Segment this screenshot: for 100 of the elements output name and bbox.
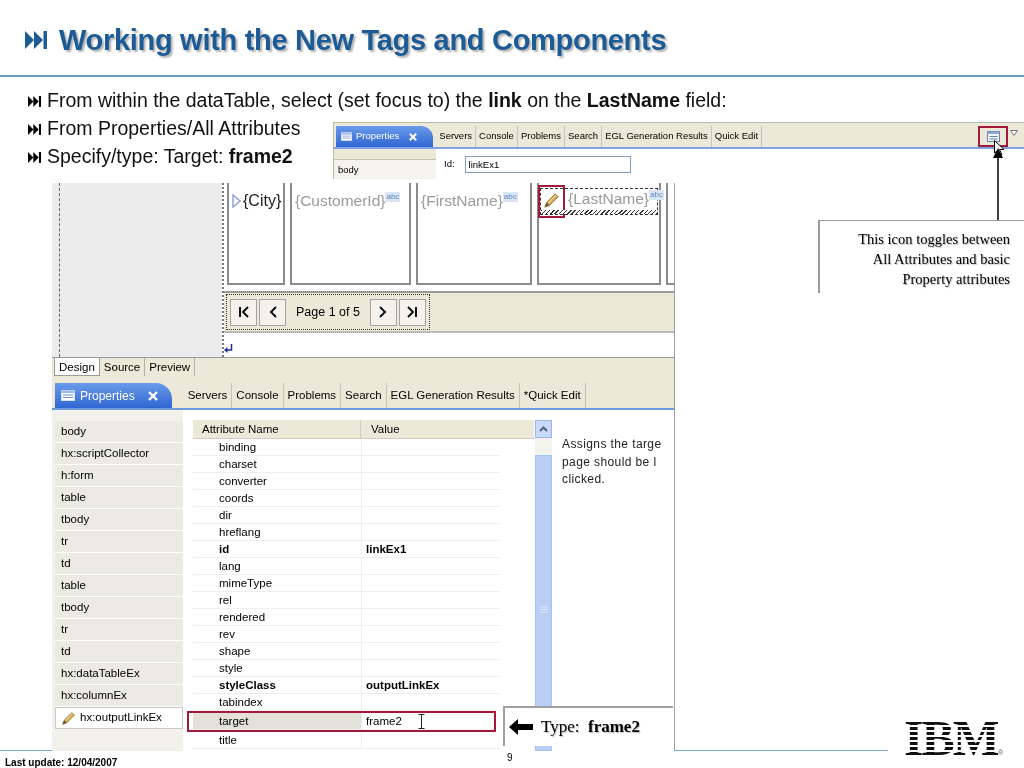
return-icon <box>224 344 233 353</box>
tree-item[interactable]: table <box>55 575 183 597</box>
attribute-name: mimeType <box>218 576 274 591</box>
table-row[interactable]: hreflang <box>193 524 500 541</box>
table-row[interactable]: coords <box>193 490 500 507</box>
last-page-icon <box>406 306 419 318</box>
tree-item[interactable]: body <box>334 159 436 179</box>
table-row[interactable]: shape <box>193 643 500 660</box>
attribute-name: binding <box>218 440 258 455</box>
tab[interactable]: Problems <box>283 383 342 408</box>
next-page-button[interactable] <box>369 298 397 326</box>
callout-text: Type: frame2 <box>541 716 640 739</box>
attribute-name: dir <box>218 508 233 523</box>
tab[interactable]: Design <box>54 358 100 376</box>
input-field[interactable]: linkEx1 <box>464 155 631 173</box>
attribute-name: rendered <box>218 610 267 625</box>
type-badge: abc <box>649 190 664 200</box>
callout-text: This icon toggles between All Attributes and basic Property attributes <box>857 230 1010 289</box>
tab[interactable]: Console <box>476 126 518 147</box>
table-row[interactable]: lang <box>193 558 500 575</box>
arrow-left-icon <box>509 719 533 735</box>
tab[interactable]: Quick Edit <box>711 126 763 147</box>
tree-item[interactable]: hx:columnEx <box>55 685 183 707</box>
table-icon <box>61 390 75 401</box>
table-row[interactable]: converter <box>193 473 500 490</box>
field-label: {City} <box>243 191 282 211</box>
table-row[interactable]: styleClass outputLinkEx <box>193 677 500 694</box>
table-row[interactable]: style <box>193 660 500 677</box>
table-row[interactable]: dir <box>193 507 500 524</box>
tab[interactable]: Search <box>565 126 603 147</box>
tab[interactable]: Properties <box>336 126 434 147</box>
attribute-name: hreflang <box>218 525 262 540</box>
text-cursor-icon <box>417 713 425 729</box>
pencil-icon <box>543 192 560 209</box>
close-icon[interactable] <box>409 132 418 141</box>
type-badge: abc <box>502 192 518 202</box>
tab[interactable]: Servers <box>183 383 233 408</box>
attribute-name: title <box>218 733 238 748</box>
tree-item[interactable]: tr <box>55 619 183 641</box>
tab[interactable]: Source <box>99 358 146 376</box>
toggle-view-icon[interactable] <box>986 131 1000 142</box>
table-row[interactable]: rendered <box>193 609 500 626</box>
triangle-icon <box>232 194 241 208</box>
scroll-up-button[interactable] <box>535 420 552 438</box>
last-page-button[interactable] <box>398 298 426 326</box>
tab[interactable]: Preview <box>145 358 196 376</box>
skip-forward-icon <box>25 31 47 49</box>
tab[interactable]: Console <box>232 383 284 408</box>
skip-forward-icon <box>28 123 41 135</box>
tab[interactable]: Servers <box>436 126 477 147</box>
tree-item[interactable]: td <box>55 641 183 663</box>
bullet-text: Specify/type: Target: frame2 <box>47 147 293 167</box>
tab[interactable]: EGL Generation Results <box>386 383 520 408</box>
tree-item[interactable]: body <box>55 421 183 443</box>
tree-item[interactable]: table <box>55 487 183 509</box>
description-text: Assigns the targe page should be l clicked. <box>562 436 663 488</box>
tree-item[interactable]: td <box>55 553 183 575</box>
tab[interactable]: *Quick Edit <box>519 383 586 408</box>
footer-text: Last update: 12/04/2007 <box>5 757 118 768</box>
table-row[interactable]: target frame2 <box>193 713 494 730</box>
skip-forward-icon <box>28 151 41 163</box>
attribute-name: charset <box>218 457 258 472</box>
table-row[interactable]: id linkEx1 <box>193 541 500 558</box>
tree-item[interactable]: h:form <box>55 465 183 487</box>
field-label: {LastName} <box>568 189 649 209</box>
tab[interactable]: EGL Generation Results <box>602 126 712 147</box>
column-header[interactable]: Attribute Name <box>193 420 361 438</box>
tree-item[interactable]: hx:dataTableEx <box>55 663 183 685</box>
close-icon[interactable] <box>147 390 158 401</box>
attribute-name: tabindex <box>218 695 264 710</box>
table-row[interactable]: tabindex <box>193 694 500 711</box>
attribute-name: shape <box>218 644 252 659</box>
first-page-icon <box>237 306 250 318</box>
table-cell[interactable]: {City} <box>227 183 285 285</box>
tab[interactable]: Search <box>341 383 387 408</box>
table-row[interactable]: rev <box>193 626 500 643</box>
tree-item[interactable]: tbody <box>55 509 183 531</box>
tree-item[interactable]: hx:outputLinkEx <box>55 707 183 729</box>
table-row[interactable]: rel <box>193 592 500 609</box>
first-page-button[interactable] <box>230 298 257 326</box>
previous-page-button[interactable] <box>259 298 286 326</box>
tab[interactable]: Problems <box>517 126 566 147</box>
attribute-name: converter <box>218 474 268 489</box>
tab[interactable]: Properties <box>55 383 172 408</box>
table-row[interactable]: mimeType <box>193 575 500 592</box>
attribute-value: linkEx1 <box>366 541 407 557</box>
dropdown-icon[interactable] <box>1010 130 1018 136</box>
table-row[interactable]: charset <box>193 456 500 473</box>
tree-item[interactable]: tbody <box>55 597 183 619</box>
attribute-name: rel <box>218 593 233 608</box>
tree-item[interactable]: tr <box>55 531 183 553</box>
pencil-icon <box>61 710 76 726</box>
tree-item[interactable]: hx:scriptCollector <box>55 443 183 465</box>
attribute-name: lang <box>218 559 242 574</box>
column-header[interactable]: Value <box>361 420 400 438</box>
table-row[interactable]: title <box>193 732 500 749</box>
attribute-name: rev <box>218 627 236 642</box>
attribute-name: id <box>218 542 231 557</box>
table-row[interactable]: binding <box>193 439 500 456</box>
tree-item-label: hx:outputLinkEx <box>80 710 162 726</box>
